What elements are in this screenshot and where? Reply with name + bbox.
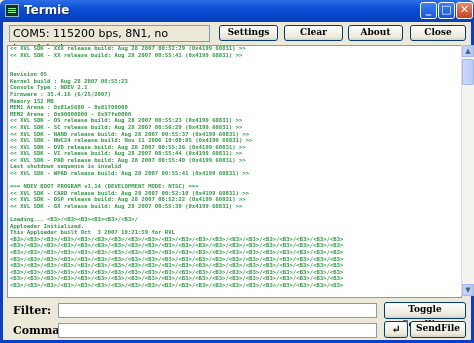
terminal-line: << XVL SDK - DVD release build: Aug 28 2… <box>10 144 246 151</box>
scroll-up-icon[interactable]: ▲ <box>462 45 474 57</box>
terminal-line: << XVL SDK - NAND release build: Aug 28 … <box>10 131 250 138</box>
terminal-line: << XVL SDK - GX release build: Aug 28 20… <box>10 203 243 210</box>
terminal-line: <B3>/<B3>/<B3>/<B3>/<B3>/<B3>/<B3>/<B3>/… <box>10 263 344 270</box>
terminal-line: << XVL SDK - PAD release build: Aug 28 2… <box>10 157 246 164</box>
terminal-line: <B3>/<B3>/<B3>/<B3>/<B3>/<B3>/<B3>/<B3>/… <box>10 249 344 256</box>
terminal-line: << XVL SDK - VI release build: Aug 28 20… <box>10 151 243 158</box>
terminal-line: <B3>/<B3>/<B3>/<B3>/<B3>/<B3>/<B3>/<B3>/… <box>10 236 344 243</box>
terminal-line: <B3>/<B3>/<B3>/<B3>/<B3>/<B3>/<B3>/<B3>/… <box>10 269 344 276</box>
filter-label: Filter: <box>13 304 52 317</box>
maximize-button[interactable]: □ <box>438 2 455 19</box>
clear-button[interactable]: Clear <box>284 25 343 41</box>
terminal-line: This Apploader built Oct 3 2007 10:21:59… <box>10 230 176 237</box>
terminal-output[interactable]: << XVL SDK - XXX release build: Aug 28 2… <box>7 45 462 298</box>
terminal-line: Revision 05 <box>10 72 48 79</box>
terminal-line: Kernel build : Aug 28 2007 00:55:23 <box>10 78 128 85</box>
terminal-line: <B3>/<B3>/<B3>/<B3>/<B3>/<B3>/<B3>/<B3>/… <box>10 276 344 283</box>
terminal-line: <B3>/<B3>/<B3>/<B3>/<B3>/<B3>/<B3>/<B3>/… <box>10 243 344 250</box>
about-button[interactable]: About <box>348 25 403 41</box>
terminal-line: Console Type : NDEV 2.1 <box>10 85 88 92</box>
window-title: Termie <box>24 3 70 17</box>
terminal-line: << XVL SDK - DSP release build: Aug 28 2… <box>10 197 246 204</box>
send-file-button[interactable]: SendFile <box>410 321 466 338</box>
scroll-thumb[interactable] <box>462 59 474 85</box>
terminal-line: MEM2 Arena : 0x90000000 - 0x97fe0000 <box>10 111 132 118</box>
terminal-line: === NDEV BOOT PROGRAM v1.14 (DEVELOPMENT… <box>10 184 199 191</box>
terminal-line: <B3>/<B3>/<B3>/<B3>/<B3>/<B3>/<B3>/<B3>/… <box>10 282 344 289</box>
terminal-line: Loading... <B3>/<B3><B3><B3><B3>/<B3>/ <box>10 217 138 224</box>
command-input[interactable] <box>58 323 377 338</box>
close-window-button[interactable]: ✕ <box>456 2 473 19</box>
terminal-line: << XVL SDK - XXX release build: Aug 28 2… <box>10 46 246 52</box>
toggle-scrolling-button[interactable]: Toggle Scrolling <box>384 302 466 330</box>
terminal-line: << XVL SDK - SC release build: Aug 28 20… <box>10 124 243 131</box>
terminal-line: Last shutdown sequence is invalid <box>10 164 122 171</box>
terminal-line: << XVL SDK - CARD release build: Aug 28 … <box>10 190 250 197</box>
terminal-line: << XVL SDK - OS release build: Aug 28 20… <box>10 118 243 125</box>
terminal-line: Memory 152 MB <box>10 98 54 105</box>
terminal-line: <B3>/<B3>/<B3>/<B3>/<B3>/<B3>/<B3>/<B3>/… <box>10 256 344 263</box>
terminal-line: << XVL SDK - WPAD release build: Aug 28 … <box>10 170 250 177</box>
scroll-down-icon[interactable]: ▼ <box>462 284 474 296</box>
settings-button[interactable]: Settings <box>219 25 278 41</box>
title-bar: Termie _ □ ✕ <box>0 0 474 22</box>
enter-icon[interactable]: ↵ <box>384 321 408 338</box>
port-status-display: COM5: 115200 bps, 8N1, no handshake <box>9 25 210 55</box>
filter-input[interactable] <box>58 303 377 318</box>
terminal-line: << XVL SDK - XX release build: Aug 28 20… <box>10 52 243 59</box>
close-button[interactable]: Close <box>410 25 466 41</box>
minimize-button[interactable]: _ <box>420 2 437 19</box>
terminal-app-icon <box>5 4 19 17</box>
terminal-line: Apploader Initialized. <box>10 223 85 230</box>
terminal-line: MEM1 Arena : 0x81e5680 - 0x81700000 <box>10 105 128 112</box>
terminal-line: << XVL SDK - NWC24 release build: Nov 11… <box>10 138 253 145</box>
terminal-lines: << XVL SDK - XXX release build: Aug 28 2… <box>10 46 343 289</box>
vertical-scrollbar[interactable]: ▲ ▼ <box>461 45 474 296</box>
termie-window: Termie _ □ ✕ COM5: 115200 bps, 8N1, no h… <box>0 0 474 343</box>
terminal-line: Firmware : 35.4.16 (6/25/2007) <box>10 92 112 99</box>
